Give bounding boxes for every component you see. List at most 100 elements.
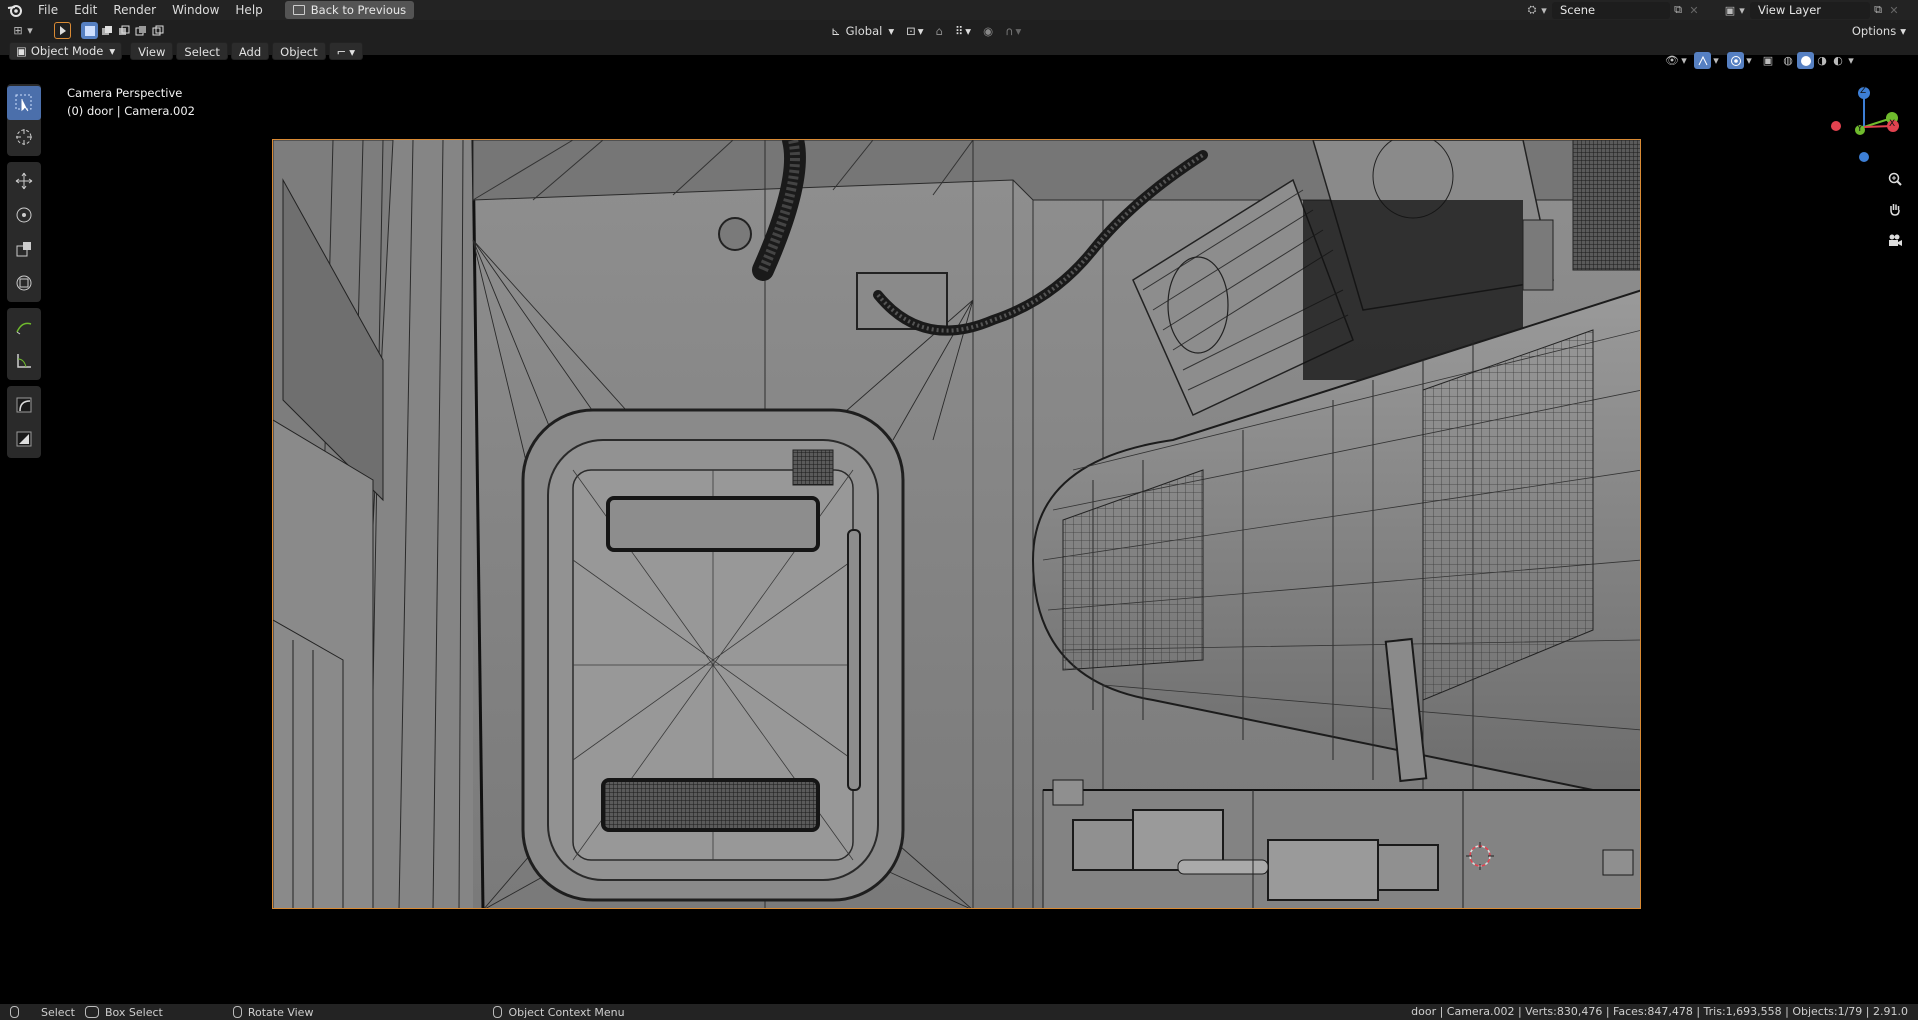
mouse-middle-icon [232,1006,242,1018]
menu-edit[interactable]: Edit [66,0,105,20]
curve-dropdown[interactable]: ⌐ ▾ [328,42,364,60]
view-layer-icon[interactable]: ▣ [1722,2,1738,18]
select-mode-intersect-icon[interactable] [149,22,166,39]
blender-logo-icon[interactable] [0,0,30,20]
chevron-down-icon[interactable]: ▾ [1744,53,1754,69]
mouse-left-icon [10,1006,19,1018]
tool-settings-row: ⊞ ▾ ⊾ Global ▾ ⊡ ▾ ⌂ ⠿ ▾ ◉ ∩ ▾ Options ▾ [0,20,1918,41]
snap-increment-icon: ⠿ [954,23,964,38]
floor-machinery [1042,779,1640,908]
scale-tool-icon[interactable] [7,232,41,266]
transform-tool-icon[interactable] [7,266,41,300]
view-menu[interactable]: View [130,42,174,60]
object-menu[interactable]: Object [272,42,326,60]
pivot-point-dropdown[interactable]: ⊡ ▾ [900,22,929,40]
chevron-down-icon[interactable]: ▾ [1680,53,1688,69]
delete-view-layer-icon[interactable]: ✕ [1886,2,1902,18]
tool-shelf [7,84,41,464]
select-tool-icon[interactable] [54,22,71,39]
select-menu[interactable]: Select [176,42,228,60]
delete-scene-icon[interactable]: ✕ [1686,2,1702,18]
editor-type-icon[interactable]: ⊞ [10,23,26,39]
menu-help[interactable]: Help [227,0,270,20]
annotate-tool-icon[interactable] [7,310,41,344]
new-view-layer-icon[interactable]: ⧉ [1870,2,1886,18]
proportional-falloff-dropdown[interactable]: ∩ ▾ [999,22,1027,40]
wireframe-shading-icon[interactable]: ◍ [1780,53,1796,69]
menu-render[interactable]: Render [105,0,164,20]
status-select-label: Select [41,1005,75,1019]
overlays-toggle-icon[interactable] [1727,52,1744,69]
proportional-editing-toggle[interactable]: ◉ [977,22,999,40]
select-box-tool-icon[interactable] [7,86,41,120]
view-layer-dropdown-icon[interactable]: ▾ [1738,2,1746,18]
object-mode-label: Object Mode [30,44,104,58]
door-handle [847,529,861,791]
status-context-menu-label: Object Context Menu [508,1005,625,1019]
zoom-icon[interactable] [1884,168,1906,190]
measure-tool-icon[interactable] [7,344,41,378]
scene-icon[interactable]: ⛭ [1524,2,1540,18]
status-bar: Select Box Select Rotate View Object Con… [0,1004,1918,1020]
status-rotate-view: Rotate View [232,1006,313,1019]
viewport-menu-row: ▣ Object Mode ▾ View Select Add Object ⌐… [0,41,1918,61]
viewport-shading-controls: 👁 ▾ ▾ ▾ ▣ ◍ ◑ ◐ ▾ [1664,52,1856,69]
status-box-select: Box Select [84,1005,163,1019]
editor-type-dropdown-icon[interactable]: ▾ [26,23,34,39]
add-cube-tool-icon[interactable] [7,422,41,456]
new-scene-icon[interactable]: ⧉ [1670,2,1686,18]
gizmo-neg-z-axis[interactable] [1859,152,1869,162]
gizmo-toggle-icon[interactable] [1694,52,1711,69]
chevron-down-icon: ▾ [917,23,924,38]
xray-toggle-icon[interactable]: ▣ [1760,53,1776,69]
navigation-gizmo[interactable]: Z Y X [1820,84,1908,168]
snap-magnet-icon: ⌂ [935,23,943,38]
orientation-axes-icon: ⊾ [831,23,841,38]
pivot-point-icon: ⊡ [906,23,916,38]
cursor-tool-icon[interactable] [7,120,41,154]
camera-view-frame[interactable] [272,139,1641,909]
gizmo-z-label: Z [1860,86,1867,96]
chevron-down-icon: ▾ [888,23,895,38]
transform-tools [7,162,41,302]
menu-window[interactable]: Window [164,0,227,20]
snap-target-dropdown[interactable]: ⠿ ▾ [949,22,977,40]
move-tool-icon[interactable] [7,164,41,198]
status-box-select-label: Box Select [104,1005,163,1019]
gizmo-x-label: X [1889,119,1896,129]
select-mode-invert-icon[interactable] [132,22,149,39]
select-mode-extend-icon[interactable] [98,22,115,39]
object-mode-icon: ▣ [16,44,27,58]
chevron-down-icon[interactable]: ▾ [1846,53,1856,69]
view-layer-name-field[interactable]: View Layer [1750,1,1870,19]
transform-orientation-dropdown[interactable]: ⊾ Global ▾ [825,22,900,40]
chevron-down-icon: ▾ [109,44,116,58]
rendered-shading-icon[interactable]: ◐ [1830,53,1846,69]
mouse-right-icon [493,1006,503,1018]
solid-shading-icon[interactable] [1797,52,1814,69]
menu-file[interactable]: File [30,0,66,20]
add-menu[interactable]: Add [230,42,270,60]
screen-icon [292,5,305,15]
add-curve-tool-icon[interactable] [7,388,41,422]
pan-hand-icon[interactable] [1884,198,1906,220]
gizmo-neg-x-axis[interactable] [1831,121,1841,131]
object-visibility-icon[interactable]: 👁 [1664,53,1680,69]
scene-name-field[interactable]: Scene [1552,1,1670,19]
back-to-previous-button[interactable]: Back to Previous [284,1,415,19]
camera-view-icon[interactable] [1884,229,1906,251]
options-dropdown[interactable]: Options ▾ [1846,22,1912,40]
rotate-tool-icon[interactable] [7,198,41,232]
viewport-overlay-info: Camera Perspective (0) door | Camera.002 [67,84,195,120]
viewport-header: ⊞ ▾ ⊾ Global ▾ ⊡ ▾ ⌂ ⠿ ▾ ◉ ∩ ▾ Options ▾… [0,20,1918,60]
object-mode-dropdown[interactable]: ▣ Object Mode ▾ [9,42,123,60]
material-preview-icon[interactable]: ◑ [1814,53,1830,69]
scene-selector: ⛭ ▾ Scene ⧉ ✕ [1524,1,1702,19]
select-mode-new-icon[interactable] [81,22,98,39]
left-wall-panels [273,140,485,908]
select-mode-subtract-icon[interactable] [115,22,132,39]
snap-toggle[interactable]: ⌂ [930,22,949,40]
door-vent-bottom [601,778,820,832]
chevron-down-icon[interactable]: ▾ [1711,53,1721,69]
scene-dropdown-icon[interactable]: ▾ [1540,2,1548,18]
